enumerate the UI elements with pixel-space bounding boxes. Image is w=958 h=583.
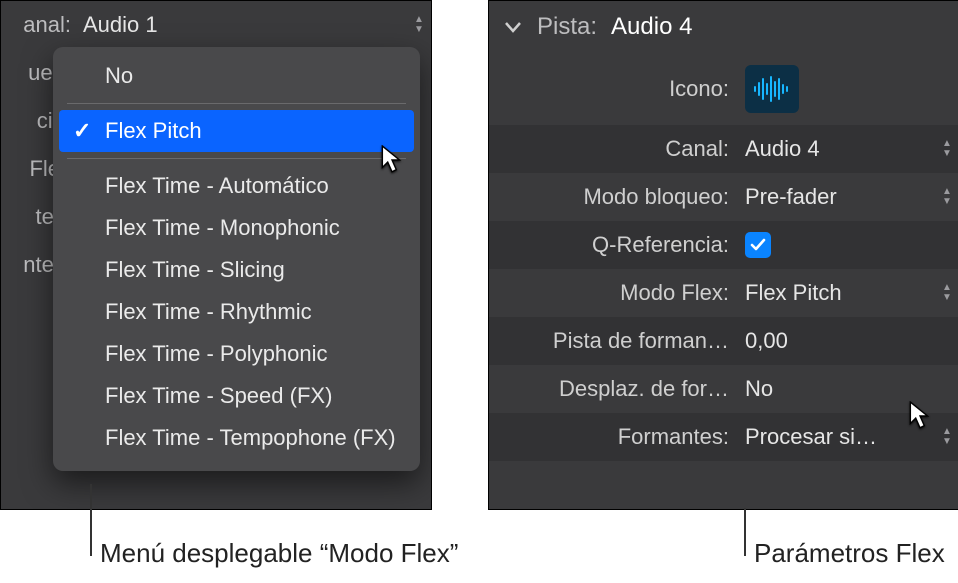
stepper-bloqueo-r[interactable]: ▲▼ bbox=[935, 188, 958, 206]
menu-separator bbox=[67, 103, 406, 104]
menu-item-flex-time-speed[interactable]: Flex Time - Speed (FX) bbox=[53, 375, 420, 417]
label-canal: anal: bbox=[1, 12, 79, 38]
value-canal[interactable]: Audio 1 bbox=[79, 12, 407, 38]
menu-item-flex-time-rhythmic[interactable]: Flex Time - Rhythmic bbox=[53, 291, 420, 333]
row-icon: Icono: bbox=[489, 53, 958, 125]
track-header[interactable]: Pista: Audio 4 bbox=[489, 1, 958, 53]
flex-mode-popup: No Flex Pitch Flex Time - Automático Fle… bbox=[53, 47, 420, 471]
menu-item-flex-time-auto[interactable]: Flex Time - Automático bbox=[53, 165, 420, 207]
track-label: Pista: bbox=[537, 13, 597, 41]
menu-item-flex-time-tempophone[interactable]: Flex Time - Tempophone (FX) bbox=[53, 417, 420, 459]
menu-item-flex-pitch[interactable]: Flex Pitch bbox=[59, 110, 414, 152]
label-flex-mode: Modo Flex: bbox=[489, 280, 739, 306]
menu-item-flex-time-slicing[interactable]: Flex Time - Slicing bbox=[53, 249, 420, 291]
row-qref: Q-Referencia: bbox=[489, 221, 958, 269]
stepper-canal[interactable]: ▲▼ bbox=[407, 16, 431, 34]
label-formant-shift: Desplaz. de for… bbox=[489, 376, 739, 402]
value-formant-track[interactable]: 0,00 bbox=[739, 328, 935, 354]
row-formant-shift: Desplaz. de for… No bbox=[489, 365, 958, 413]
left-row-canal: anal: Audio 1 ▲▼ bbox=[1, 1, 431, 49]
right-inspector-panel: Pista: Audio 4 Icono: bbox=[488, 0, 958, 510]
value-formants[interactable]: Procesar si… bbox=[739, 424, 935, 450]
callout-left-text: Menú desplegable “Modo Flex” bbox=[100, 538, 458, 569]
cursor-icon bbox=[909, 401, 931, 431]
menu-item-off[interactable]: No bbox=[53, 55, 420, 97]
callout-right-text: Parámetros Flex bbox=[754, 538, 945, 569]
value-bloqueo-r[interactable]: Pre-fader bbox=[739, 184, 935, 210]
stepper-flex-mode[interactable]: ▲▼ bbox=[935, 284, 958, 302]
row-formants: Formantes: Procesar si… ▲▼ bbox=[489, 413, 958, 461]
value-icon[interactable] bbox=[739, 65, 935, 113]
row-bloqueo: Modo bloqueo: Pre-fader ▲▼ bbox=[489, 173, 958, 221]
track-value: Audio 4 bbox=[611, 13, 692, 41]
row-flex-mode: Modo Flex: Flex Pitch ▲▼ bbox=[489, 269, 958, 317]
label-icon: Icono: bbox=[489, 76, 739, 102]
value-canal-r[interactable]: Audio 4 bbox=[739, 136, 935, 162]
cursor-icon bbox=[381, 145, 403, 175]
menu-item-flex-time-poly[interactable]: Flex Time - Polyphonic bbox=[53, 333, 420, 375]
label-qref: Q-Referencia: bbox=[489, 232, 739, 258]
chevron-down-icon bbox=[503, 17, 523, 37]
waveform-icon bbox=[745, 65, 799, 113]
value-qref bbox=[739, 232, 935, 258]
stepper-canal-r[interactable]: ▲▼ bbox=[935, 140, 958, 158]
row-canal: Canal: Audio 4 ▲▼ bbox=[489, 125, 958, 173]
label-bloqueo-r: Modo bloqueo: bbox=[489, 184, 739, 210]
qref-checkbox[interactable] bbox=[745, 232, 771, 258]
stepper-formants[interactable]: ▲▼ bbox=[935, 428, 958, 446]
label-canal-r: Canal: bbox=[489, 136, 739, 162]
left-inspector-panel: anal: Audio 1 ▲▼ ueo: cia: Flex tes: nte… bbox=[0, 0, 432, 510]
menu-separator bbox=[67, 158, 406, 159]
value-flex-mode[interactable]: Flex Pitch bbox=[739, 280, 935, 306]
label-formants: Formantes: bbox=[489, 424, 739, 450]
value-formant-shift[interactable]: No bbox=[739, 376, 935, 402]
row-formant-track: Pista de forman… 0,00 bbox=[489, 317, 958, 365]
menu-item-flex-time-mono[interactable]: Flex Time - Monophonic bbox=[53, 207, 420, 249]
label-formant-track: Pista de forman… bbox=[489, 328, 739, 354]
